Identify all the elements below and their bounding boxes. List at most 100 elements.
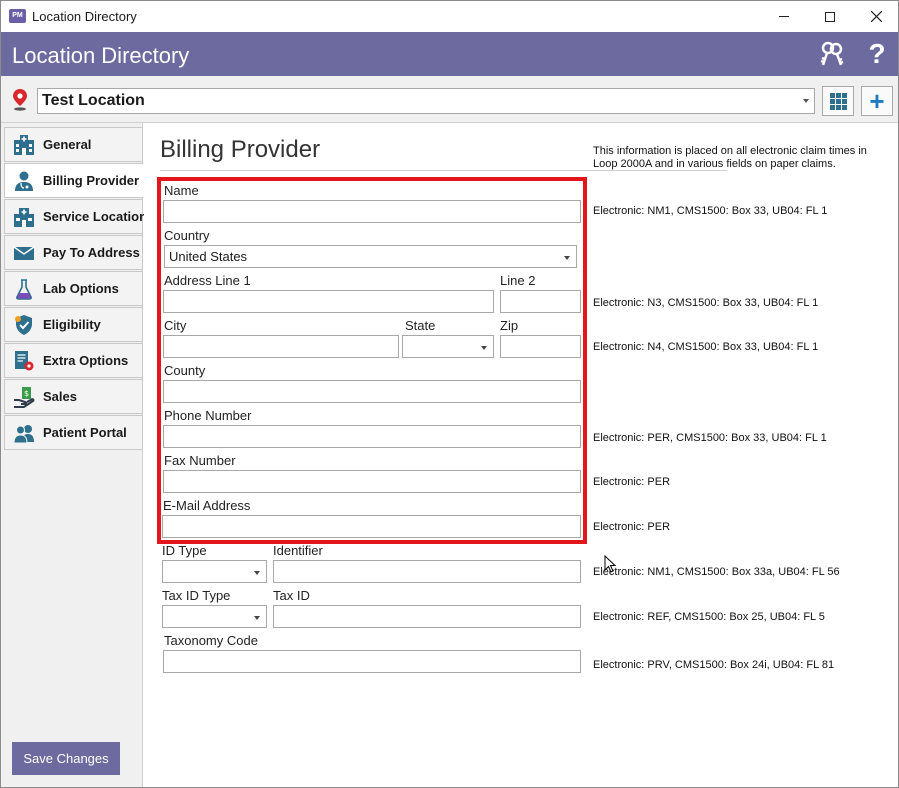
sidebar-item-label: Extra Options [43,353,129,368]
add-location-button[interactable]: + [861,86,893,116]
name-note: Electronic: NM1, CMS1500: Box 33, UB04: … [593,205,828,217]
chevron-down-icon [481,346,487,350]
sidebar-item-patient-portal[interactable]: Patient Portal [4,415,143,450]
sidebar-item-label: Eligibility [43,317,101,332]
line2-label: Line 2 [500,273,536,288]
tax-id-label: Tax ID [273,588,310,603]
taxonomy-label: Taxonomy Code [164,633,258,648]
phone-label: Phone Number [164,408,252,423]
maximize-button[interactable] [807,1,853,32]
grid-icon [829,92,847,110]
phone-note: Electronic: PER, CMS1500: Box 33, UB04: … [593,432,827,444]
id-type-label: ID Type [162,543,207,558]
tax-id-type-select[interactable] [162,605,267,628]
address1-field[interactable] [163,290,494,313]
page-title: Billing Provider [160,136,321,163]
sidebar-item-lab-options[interactable]: Lab Options [4,271,143,306]
name-field[interactable] [163,200,581,223]
doctor-icon [15,171,33,191]
keys-icon[interactable] [818,40,846,68]
state-label: State [405,318,436,333]
county-label: County [164,363,206,378]
app-window: PM Location Directory Location Directory… [0,0,899,788]
zip-label: Zip [500,318,519,333]
header-title: Location Directory [12,43,190,68]
sidebar-item-general[interactable]: General [4,127,143,162]
close-icon [870,11,882,22]
sidebar-item-label: Patient Portal [43,425,127,440]
identifier-field[interactable] [273,560,581,583]
phone-field[interactable] [163,425,581,448]
city-label: City [164,318,187,333]
country-label: Country [164,228,210,243]
sidebar-item-pay-to-address[interactable]: Pay To Address [4,235,143,270]
close-button[interactable] [853,1,899,32]
sidebar-item-label: Sales [43,389,77,404]
country-select[interactable]: United States [164,245,577,268]
identifier-label: Identifier [273,543,323,558]
sidebar-item-label: General [43,137,92,152]
tax-id-note: Electronic: REF, CMS1500: Box 25, UB04: … [593,611,825,623]
email-note: Electronic: PER [593,521,671,533]
window-title: Location Directory [32,9,137,24]
sidebar-item-sales[interactable]: $ Sales [4,379,143,414]
location-select-value: Test Location [42,92,145,109]
chevron-down-icon [254,616,260,620]
city-note: Electronic: N4, CMS1500: Box 33, UB04: F… [593,341,819,353]
chevron-down-icon [564,256,570,260]
email-field[interactable] [162,515,581,538]
location-pin-icon [13,89,27,111]
chevron-down-icon [803,99,809,103]
sidebar-item-label: Service Location [43,209,148,224]
fax-field[interactable] [163,470,581,493]
sidebar-item-label: Pay To Address [43,245,140,260]
fax-label: Fax Number [164,453,236,468]
tax-id-field[interactable] [273,605,581,628]
svg-text:$: $ [24,389,29,398]
main-panel: Billing Provider This information is pla… [144,123,898,787]
maximize-icon [825,11,835,22]
users-icon [13,424,34,443]
taxonomy-note: Electronic: PRV, CMS1500: Box 24i, UB04:… [593,659,835,671]
grid-view-button[interactable] [822,86,854,116]
mouse-cursor-icon [604,555,616,573]
identifier-note: Electronic: NM1, CMS1500: Box 33a, UB04:… [593,566,840,578]
app-logo-icon: PM [9,9,26,23]
title-bar: PM Location Directory [1,1,898,32]
taxonomy-field[interactable] [163,650,581,673]
id-type-select[interactable] [162,560,267,583]
address-note: Electronic: N3, CMS1500: Box 33, UB04: F… [593,297,819,309]
chevron-down-icon [254,571,260,575]
save-changes-button[interactable]: Save Changes [12,742,120,775]
flask-icon [16,278,32,300]
location-select[interactable]: Test Location [37,88,815,114]
hospital-building-icon [14,134,34,155]
sidebar-item-eligibility[interactable]: Eligibility [4,307,143,342]
minimize-button[interactable] [761,1,807,32]
line2-field[interactable] [500,290,581,313]
country-select-value: United States [169,249,248,264]
help-icon[interactable]: ? [865,40,889,68]
sidebar-item-label: Billing Provider [43,173,140,188]
clinic-icon [14,207,34,227]
plus-icon: + [869,86,885,116]
shield-check-icon [15,314,32,335]
fax-note: Electronic: PER [593,476,671,488]
document-gear-icon [15,350,34,370]
envelope-icon [13,245,35,260]
sidebar-item-label: Lab Options [43,281,119,296]
tax-id-type-label: Tax ID Type [162,588,231,603]
county-field[interactable] [163,380,581,403]
minimize-icon [779,16,789,17]
sidebar: General Billing Provider Service Locatio… [1,123,147,787]
address1-label: Address Line 1 [164,273,251,288]
sidebar-item-service-location[interactable]: Service Location [4,199,147,234]
money-hand-icon: $ [14,386,35,408]
info-text: This information is placed on all electr… [593,145,867,170]
zip-field[interactable] [500,335,581,358]
name-label: Name [164,183,199,198]
sidebar-item-extra-options[interactable]: Extra Options [4,343,143,378]
city-field[interactable] [163,335,399,358]
sidebar-item-billing-provider[interactable]: Billing Provider [4,163,144,198]
state-select[interactable] [402,335,494,358]
